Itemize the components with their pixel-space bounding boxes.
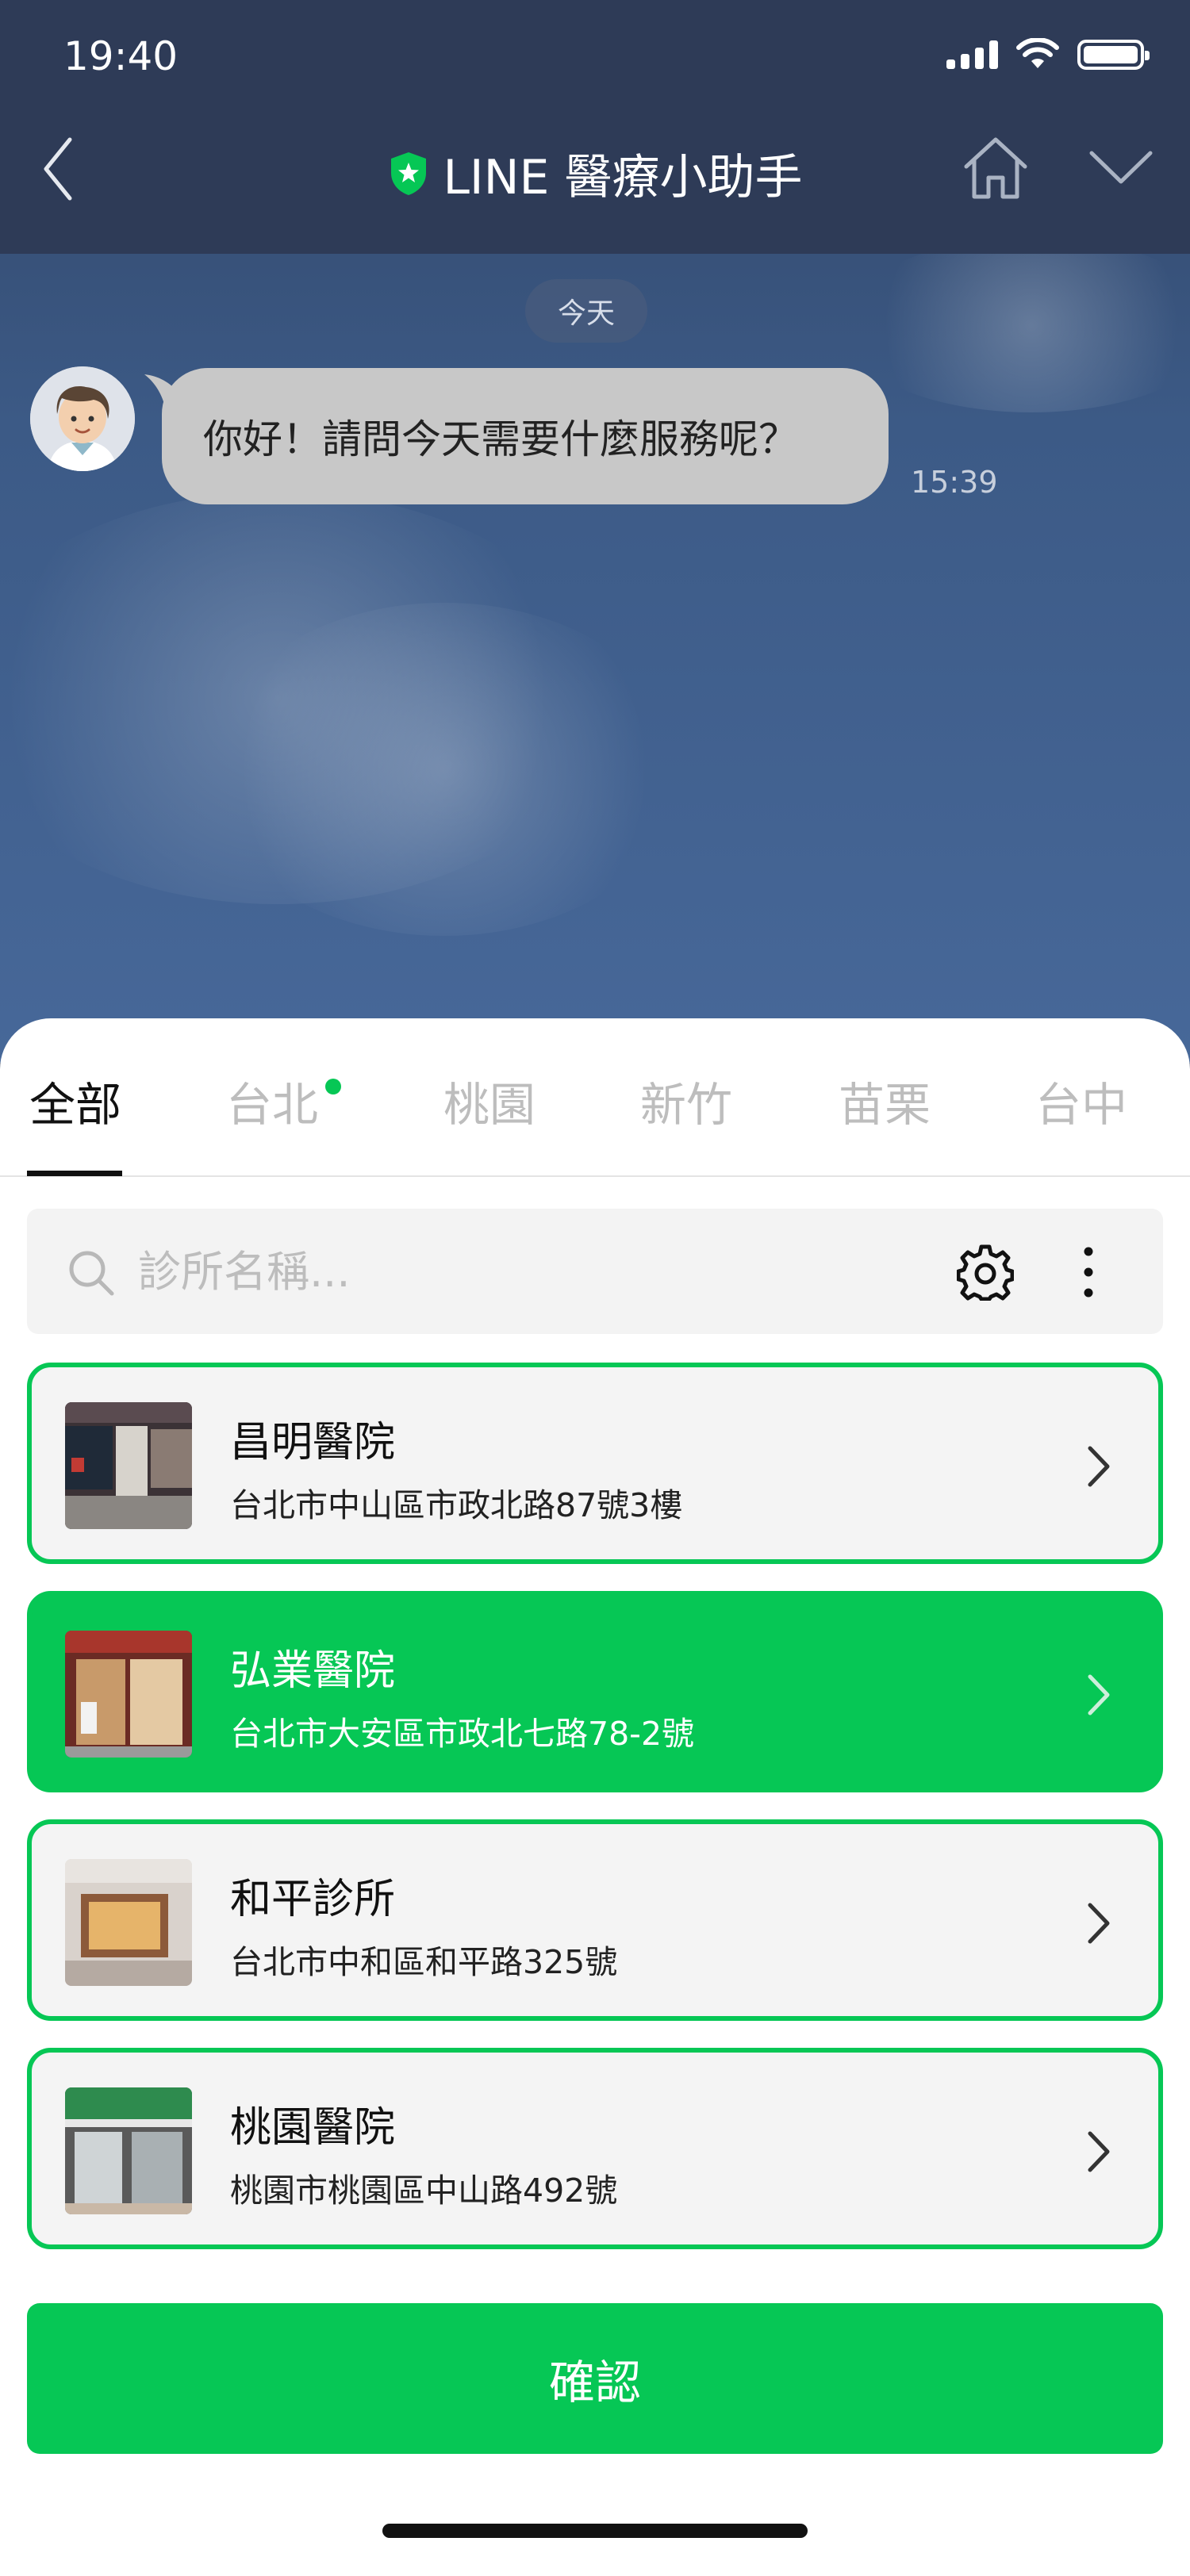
home-indicator xyxy=(382,2524,808,2538)
clinic-name: 昌明醫院 xyxy=(230,1419,396,1466)
chevron-right-icon xyxy=(1088,2131,1110,2172)
message-text: 你好！請問今天需要什麼服務呢？ xyxy=(203,416,798,462)
clinic-card-selected[interactable]: 弘業醫院 台北市大安區市政北七路78-2號 xyxy=(27,1591,1163,1792)
tab-taichung[interactable]: 台中 xyxy=(982,1068,1180,1134)
active-tab-underline xyxy=(27,1171,122,1176)
tab-notification-dot xyxy=(325,1079,341,1094)
tab-hsinchu[interactable]: 新竹 xyxy=(587,1068,785,1134)
clinic-name: 和平診所 xyxy=(230,1876,396,1923)
wifi-icon xyxy=(1016,38,1059,68)
clinic-card[interactable]: 昌明醫院 台北市中山區市政北路87號3樓 xyxy=(27,1363,1163,1564)
verified-shield-icon xyxy=(390,151,426,195)
clinic-picker-sheet: 全部 台北 桃園 新竹 苗栗 台中 診所名稱... 昌明醫院 台北市中山區市政北… xyxy=(0,1018,1190,2576)
clinic-address: 台北市大安區市政北七路78-2號 xyxy=(230,1715,695,1753)
clinic-address: 台北市中和區和平路325號 xyxy=(230,1943,618,1981)
signal-icon xyxy=(946,40,998,69)
bot-avatar[interactable] xyxy=(30,366,135,471)
clinic-photo xyxy=(65,1402,192,1529)
search-bar xyxy=(27,1209,1163,1334)
clinic-card[interactable]: 和平診所 台北市中和區和平路325號 xyxy=(27,1819,1163,2021)
search-input[interactable] xyxy=(138,1237,931,1305)
confirm-button[interactable]: 確認 xyxy=(27,2303,1163,2454)
cloud-decoration xyxy=(841,238,1190,412)
tab-taipei[interactable]: 台北 xyxy=(173,1068,371,1134)
doctor-avatar-icon xyxy=(30,366,135,471)
top-bar: 19:40 LINE 醫療小助手 xyxy=(0,0,1190,254)
home-icon[interactable] xyxy=(960,135,1031,201)
clinic-card[interactable]: 桃園醫院 桃園市桃園區中山路492號 xyxy=(27,2048,1163,2249)
cloud-decoration xyxy=(206,603,682,936)
clinic-name: 桃園醫院 xyxy=(230,2104,396,2152)
status-icons xyxy=(946,38,1150,71)
clinic-photo xyxy=(65,2087,192,2214)
clinic-address: 桃園市桃園區中山路492號 xyxy=(230,2172,618,2210)
message-bubble[interactable]: 你好！請問今天需要什麼服務呢？ xyxy=(162,368,889,504)
date-chip: 今天 xyxy=(525,279,647,343)
battery-icon xyxy=(1077,40,1150,70)
message-time: 15:39 xyxy=(911,465,998,500)
more-vertical-icon[interactable] xyxy=(1073,1240,1104,1304)
header-title-text: LINE 醫療小助手 xyxy=(443,150,803,205)
chevron-right-icon xyxy=(1088,1674,1110,1715)
chevron-right-icon xyxy=(1088,1903,1110,1944)
tab-all[interactable]: 全部 xyxy=(0,1068,175,1134)
clinic-name: 弘業醫院 xyxy=(230,1647,396,1695)
tab-taoyuan[interactable]: 桃園 xyxy=(390,1068,589,1134)
clinic-photo xyxy=(65,1631,192,1758)
region-tabs: 全部 台北 桃園 新竹 苗栗 台中 xyxy=(0,1018,1190,1177)
tab-miaoli[interactable]: 苗栗 xyxy=(785,1068,984,1134)
search-icon xyxy=(69,1251,114,1296)
gear-icon[interactable] xyxy=(957,1244,1014,1301)
status-time: 19:40 xyxy=(63,33,178,79)
clinic-photo xyxy=(65,1859,192,1986)
chevron-right-icon xyxy=(1088,1446,1110,1487)
clinic-address: 台北市中山區市政北路87號3樓 xyxy=(230,1486,683,1524)
chevron-down-icon[interactable] xyxy=(1087,147,1155,190)
